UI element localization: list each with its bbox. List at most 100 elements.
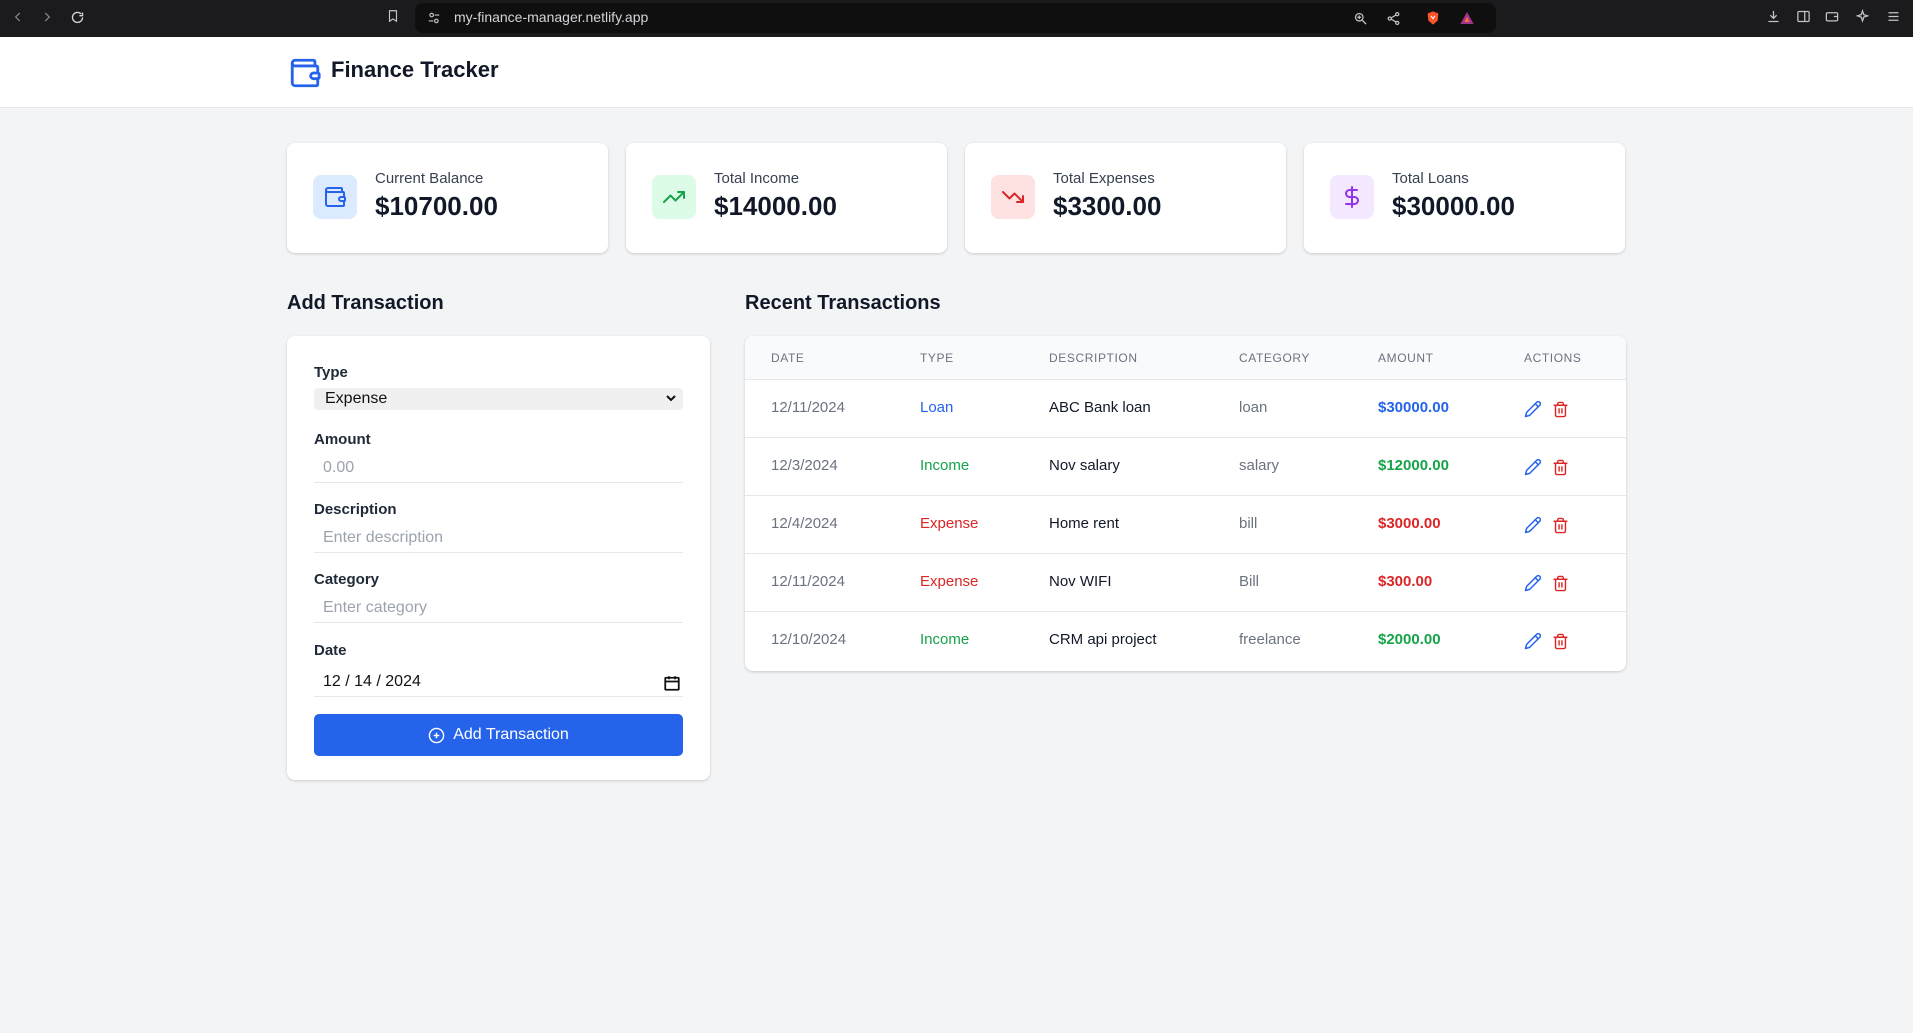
stat-label: Total Expenses bbox=[1053, 170, 1155, 187]
column-header-amount: AMOUNT bbox=[1378, 351, 1434, 365]
category-input[interactable] bbox=[314, 593, 683, 623]
stat-label: Current Balance bbox=[375, 170, 484, 187]
stat-card-expenses: Total Expenses $3300.00 bbox=[965, 143, 1286, 253]
table-header: DATE TYPE DESCRIPTION CATEGORY AMOUNT AC… bbox=[745, 336, 1626, 380]
table-row: 12/11/2024 Expense Nov WIFI Bill $300.00 bbox=[745, 554, 1626, 612]
add-transaction-form: Type Expense Amount Description Category… bbox=[287, 336, 710, 780]
edit-icon[interactable] bbox=[1523, 457, 1543, 477]
cell-category: loan bbox=[1239, 399, 1268, 416]
zoom-icon[interactable] bbox=[1351, 9, 1369, 27]
type-label: Type bbox=[314, 364, 348, 381]
stat-card-loans: Total Loans $30000.00 bbox=[1304, 143, 1625, 253]
stat-label: Total Loans bbox=[1392, 170, 1469, 187]
stat-label: Total Income bbox=[714, 170, 800, 187]
column-header-actions: ACTIONS bbox=[1524, 351, 1582, 365]
column-header-category: CATEGORY bbox=[1239, 351, 1311, 365]
column-header-type: TYPE bbox=[920, 351, 954, 365]
calendar-icon[interactable] bbox=[663, 674, 681, 692]
delete-icon[interactable] bbox=[1550, 573, 1570, 593]
wallet-icon bbox=[313, 175, 357, 219]
edit-icon[interactable] bbox=[1523, 399, 1543, 419]
trending-down-icon bbox=[991, 175, 1035, 219]
brave-rewards-icon[interactable] bbox=[1458, 9, 1476, 27]
site-settings-icon[interactable] bbox=[425, 9, 443, 27]
plus-circle-icon bbox=[428, 727, 445, 743]
browser-toolbar: my-finance-manager.netlify.app bbox=[0, 0, 1913, 37]
cell-date: 12/10/2024 bbox=[771, 631, 847, 648]
address-bar[interactable]: my-finance-manager.netlify.app bbox=[415, 3, 1496, 33]
stat-card-income: Total Income $14000.00 bbox=[626, 143, 947, 253]
cell-amount: $30000.00 bbox=[1378, 399, 1449, 416]
cell-amount: $300.00 bbox=[1378, 573, 1433, 590]
edit-icon[interactable] bbox=[1523, 515, 1543, 535]
table-row: 12/4/2024 Expense Home rent bill $3000.0… bbox=[745, 496, 1626, 554]
add-transaction-button[interactable]: Add Transaction bbox=[314, 714, 683, 756]
cell-date: 12/11/2024 bbox=[771, 573, 845, 590]
cell-category: freelance bbox=[1239, 631, 1301, 648]
stat-value: $14000.00 bbox=[714, 191, 837, 221]
bookmark-icon[interactable] bbox=[384, 7, 402, 25]
cell-category: salary bbox=[1239, 457, 1280, 474]
delete-icon[interactable] bbox=[1550, 457, 1570, 477]
delete-icon[interactable] bbox=[1550, 631, 1570, 651]
trending-up-icon bbox=[652, 175, 696, 219]
transactions-table: DATE TYPE DESCRIPTION CATEGORY AMOUNT AC… bbox=[745, 336, 1626, 671]
edit-icon[interactable] bbox=[1523, 573, 1543, 593]
column-header-description: DESCRIPTION bbox=[1049, 351, 1138, 365]
add-transaction-heading: Add Transaction bbox=[287, 292, 444, 314]
cell-date: 12/3/2024 bbox=[771, 457, 838, 474]
app-title: Finance Tracker bbox=[331, 57, 499, 82]
url-text: my-finance-manager.netlify.app bbox=[454, 9, 649, 25]
cell-description: Nov WIFI bbox=[1049, 573, 1112, 590]
description-input[interactable] bbox=[314, 523, 683, 553]
cell-date: 12/4/2024 bbox=[771, 515, 838, 532]
table-row: 12/10/2024 Income CRM api project freela… bbox=[745, 612, 1626, 670]
category-label: Category bbox=[314, 571, 380, 588]
downloads-icon[interactable] bbox=[1764, 7, 1782, 25]
menu-icon[interactable] bbox=[1884, 7, 1902, 25]
cell-amount: $12000.00 bbox=[1378, 457, 1449, 474]
delete-icon[interactable] bbox=[1550, 399, 1570, 419]
cell-type: Loan bbox=[920, 399, 954, 416]
recent-transactions-heading: Recent Transactions bbox=[745, 292, 941, 314]
cell-type: Expense bbox=[920, 515, 979, 532]
date-value: 12 / 14 / 2024 bbox=[323, 673, 421, 690]
forward-button[interactable] bbox=[35, 5, 59, 29]
cell-description: CRM api project bbox=[1049, 631, 1157, 648]
cell-category: Bill bbox=[1239, 573, 1260, 590]
stat-card-balance: Current Balance $10700.00 bbox=[287, 143, 608, 253]
cell-type: Expense bbox=[920, 573, 979, 590]
stat-value: $10700.00 bbox=[375, 191, 498, 221]
cell-type: Income bbox=[920, 631, 970, 648]
date-input[interactable]: 12 / 14 / 2024 bbox=[314, 667, 683, 697]
edit-icon[interactable] bbox=[1523, 631, 1543, 651]
cell-description: Home rent bbox=[1049, 515, 1120, 532]
chevron-down-icon bbox=[666, 395, 676, 402]
cell-amount: $3000.00 bbox=[1378, 515, 1441, 532]
type-select[interactable]: Expense bbox=[314, 388, 683, 410]
amount-label: Amount bbox=[314, 431, 371, 448]
brave-shield-icon[interactable] bbox=[1424, 9, 1442, 27]
leo-ai-icon[interactable] bbox=[1853, 7, 1871, 25]
delete-icon[interactable] bbox=[1550, 515, 1570, 535]
stat-value: $3300.00 bbox=[1053, 191, 1162, 221]
back-button[interactable] bbox=[6, 5, 30, 29]
wallet-browser-icon[interactable] bbox=[1823, 7, 1841, 25]
reload-button[interactable] bbox=[65, 5, 89, 29]
cell-description: ABC Bank loan bbox=[1049, 399, 1151, 416]
sidebar-icon[interactable] bbox=[1794, 7, 1812, 25]
cell-category: bill bbox=[1239, 515, 1258, 532]
share-icon[interactable] bbox=[1384, 9, 1402, 27]
cell-description: Nov salary bbox=[1049, 457, 1120, 474]
wallet-icon bbox=[288, 56, 322, 90]
table-row: 12/11/2024 Loan ABC Bank loan loan $3000… bbox=[745, 380, 1626, 438]
type-select-value: Expense bbox=[325, 390, 388, 407]
cell-amount: $2000.00 bbox=[1378, 631, 1441, 648]
amount-input[interactable] bbox=[314, 453, 683, 483]
stat-value: $30000.00 bbox=[1392, 191, 1515, 221]
date-label: Date bbox=[314, 642, 347, 659]
dollar-icon bbox=[1330, 175, 1374, 219]
table-row: 12/3/2024 Income Nov salary salary $1200… bbox=[745, 438, 1626, 496]
add-transaction-button-label: Add Transaction bbox=[453, 726, 569, 743]
app-header: Finance Tracker bbox=[0, 37, 1913, 108]
